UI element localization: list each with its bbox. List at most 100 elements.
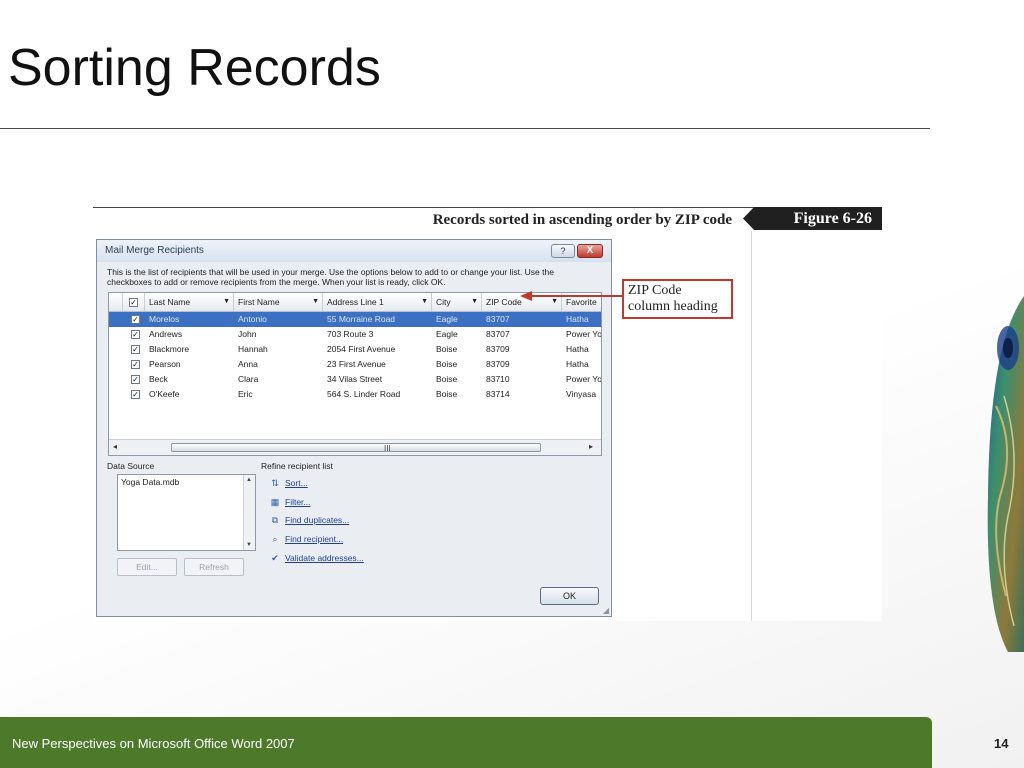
row-checkbox[interactable]: ✓ xyxy=(131,345,140,355)
row-checkbox-cell[interactable]: ✓ xyxy=(127,342,145,357)
row-checkbox[interactable]: ✓ xyxy=(131,330,140,340)
refresh-button[interactable]: Refresh xyxy=(184,558,244,576)
data-source-label: Data Source xyxy=(107,461,155,471)
table-row[interactable]: ✓ Pearson Anna 23 First Avenue Boise 837… xyxy=(109,357,601,372)
cell-zip: 83714 xyxy=(486,389,510,399)
cell-first-name: Hannah xyxy=(238,344,268,354)
resize-grip-icon[interactable]: ◢ xyxy=(603,606,609,615)
row-checkbox[interactable]: ✓ xyxy=(131,390,140,400)
header-first-name[interactable]: First Name ▼ xyxy=(234,293,323,311)
find-duplicates-icon: ⧉ xyxy=(271,515,279,526)
slide-title: Sorting Records xyxy=(8,39,381,97)
row-checkbox-cell[interactable]: ✓ xyxy=(127,372,145,387)
cell-zip: 83710 xyxy=(486,374,510,384)
table-row[interactable]: ✓ Morelos Antonio 55 Morraine Road Eagle… xyxy=(109,312,601,327)
cell-city: Boise xyxy=(436,374,458,384)
find-duplicates-link-label[interactable]: Find duplicates... xyxy=(285,515,349,525)
row-checkbox-cell[interactable]: ✓ xyxy=(127,357,145,372)
row-checkbox[interactable]: ✓ xyxy=(131,375,140,385)
cell-last-name: O'Keefe xyxy=(149,389,180,399)
figure-side-rule xyxy=(751,231,752,621)
data-source-scrollbar[interactable]: ▲ ▼ xyxy=(243,475,255,550)
header-last-name-label: Last Name xyxy=(149,297,191,307)
chevron-up-icon[interactable]: ▲ xyxy=(246,477,252,483)
header-last-name[interactable]: Last Name ▼ xyxy=(145,293,234,311)
sort-icon: ⇅ xyxy=(271,478,279,489)
chevron-down-icon[interactable]: ▼ xyxy=(246,542,252,548)
data-source-list[interactable]: Yoga Data.mdb ▲ ▼ xyxy=(117,474,256,551)
scrollbar-thumb[interactable]: III xyxy=(171,443,541,453)
find-recipient-link-label[interactable]: Find recipient... xyxy=(285,534,343,544)
data-source-item[interactable]: Yoga Data.mdb xyxy=(121,477,179,487)
select-all-checkbox[interactable]: ✓ xyxy=(129,298,138,308)
dialog-title: Mail Merge Recipients xyxy=(105,245,204,256)
cell-favorite: Hatha xyxy=(566,344,589,354)
header-address-label: Address Line 1 xyxy=(327,297,384,307)
chevron-down-icon[interactable]: ▼ xyxy=(471,293,478,311)
figure-label: Figure 6-26 xyxy=(743,207,882,230)
cell-last-name: Beck xyxy=(149,374,168,384)
cell-city: Boise xyxy=(436,359,458,369)
cell-city: Boise xyxy=(436,344,458,354)
callout-arrow xyxy=(520,291,624,301)
cell-first-name: Antonio xyxy=(238,314,267,324)
cell-address: 34 Vilas Street xyxy=(327,374,383,384)
help-button[interactable]: ? xyxy=(551,244,575,258)
cell-favorite: Hatha xyxy=(566,359,589,369)
cell-address: 564 S. Linder Road xyxy=(327,389,401,399)
cell-first-name: John xyxy=(238,329,257,339)
chevron-down-icon[interactable]: ▼ xyxy=(223,293,230,311)
chevron-down-icon[interactable]: ▼ xyxy=(312,293,319,311)
cell-first-name: Eric xyxy=(238,389,253,399)
header-zip-code-label: ZIP Code xyxy=(486,297,522,307)
cell-address: 2054 First Avenue xyxy=(327,344,396,354)
refine-recipient-list-label: Refine recipient list xyxy=(261,461,333,471)
find-recipient-link[interactable]: ⌕ Find recipient... xyxy=(269,532,343,546)
row-checkbox[interactable]: ✓ xyxy=(131,360,140,370)
row-checkbox-cell[interactable]: ✓ xyxy=(127,327,145,342)
cell-zip: 83709 xyxy=(486,344,510,354)
scroll-grip: III xyxy=(384,444,391,453)
cell-favorite: Power Yoga xyxy=(566,374,602,384)
header-address[interactable]: Address Line 1 ▼ xyxy=(323,293,432,311)
ok-button[interactable]: OK xyxy=(540,587,599,605)
filter-link[interactable]: ▦ Filter... xyxy=(269,495,311,509)
table-row[interactable]: ✓ Andrews John 703 Route 3 Eagle 83707 P… xyxy=(109,327,601,342)
cell-last-name: Blackmore xyxy=(149,344,190,354)
recipient-grid: ✓ Last Name ▼ First Name ▼ Address Line 1 ▼… xyxy=(108,292,602,456)
edit-button[interactable]: Edit... xyxy=(117,558,177,576)
row-checkbox[interactable]: ✓ xyxy=(131,315,140,325)
cell-zip: 83707 xyxy=(486,314,510,324)
cell-first-name: Clara xyxy=(238,374,259,384)
sort-link[interactable]: ⇅ Sort... xyxy=(269,476,308,490)
chevron-right-icon[interactable]: ▸ xyxy=(589,442,593,451)
horizontal-scrollbar[interactable]: ◂ III ▸ xyxy=(109,439,601,455)
header-city[interactable]: City ▼ xyxy=(432,293,482,311)
header-first-name-label: First Name xyxy=(238,297,280,307)
table-row[interactable]: ✓ Blackmore Hannah 2054 First Avenue Boi… xyxy=(109,342,601,357)
row-checkbox-cell[interactable]: ✓ xyxy=(127,387,145,402)
chevron-down-icon[interactable]: ▼ xyxy=(421,293,428,311)
validate-addresses-link-label[interactable]: Validate addresses... xyxy=(285,553,364,563)
header-blank xyxy=(109,293,123,311)
filter-link-label[interactable]: Filter... xyxy=(285,497,311,507)
close-button[interactable]: X xyxy=(577,244,603,258)
find-duplicates-link[interactable]: ⧉ Find duplicates... xyxy=(269,513,349,527)
cell-favorite: Hatha xyxy=(566,314,589,324)
table-row[interactable]: ✓ Beck Clara 34 Vilas Street Boise 83710… xyxy=(109,372,602,387)
row-checkbox-cell[interactable]: ✓ xyxy=(127,312,145,327)
cell-city: Eagle xyxy=(436,314,458,324)
validate-addresses-link[interactable]: ✔ Validate addresses... xyxy=(269,551,364,565)
sort-link-label[interactable]: Sort... xyxy=(285,478,308,488)
cell-last-name: Pearson xyxy=(149,359,181,369)
table-row[interactable]: ✓ O'Keefe Eric 564 S. Linder Road Boise … xyxy=(109,387,601,402)
find-recipient-icon: ⌕ xyxy=(272,534,278,545)
footer-text: New Perspectives on Microsoft Office Wor… xyxy=(12,736,295,751)
dialog-titlebar[interactable]: Mail Merge Recipients ? X xyxy=(97,240,611,262)
callout-line-2: column heading xyxy=(628,299,718,314)
header-select-all[interactable]: ✓ xyxy=(123,293,145,311)
cell-city: Boise xyxy=(436,389,458,399)
chevron-left-icon[interactable]: ◂ xyxy=(113,442,117,451)
cell-first-name: Anna xyxy=(238,359,258,369)
cell-zip: 83709 xyxy=(486,359,510,369)
